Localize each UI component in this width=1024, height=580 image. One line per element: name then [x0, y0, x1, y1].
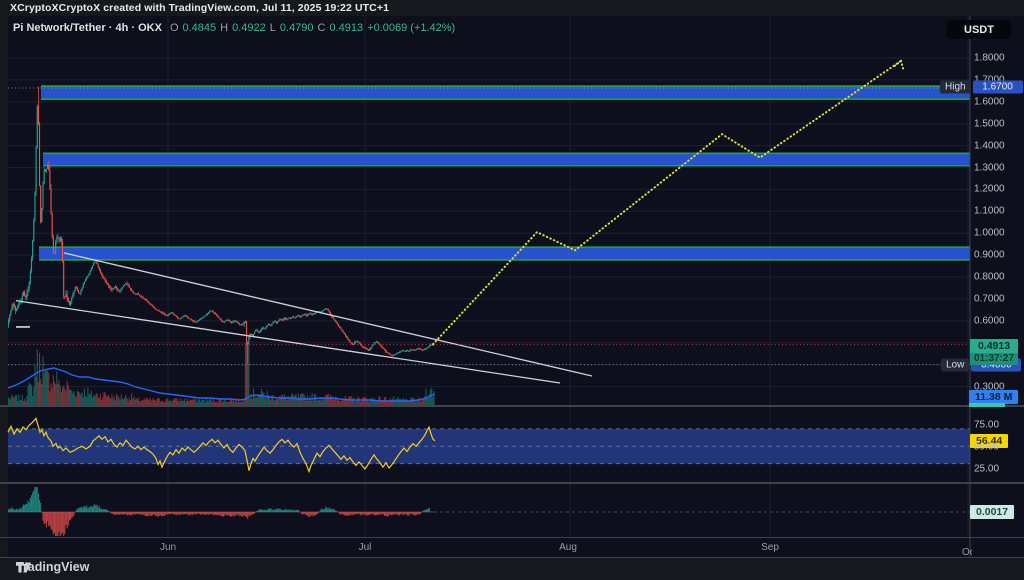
price-axis-label: 1.6000 — [974, 96, 1005, 107]
time-axis-label: Jun — [160, 542, 176, 553]
rsi-axis-label: 25.00 — [974, 463, 999, 474]
price-axis-label: 0.6000 — [974, 315, 1005, 326]
tradingview-logo[interactable]: TradingView — [16, 560, 89, 574]
volume-ma-axis-tag — [969, 403, 1005, 407]
volume-axis-tag: 11.38 M — [969, 390, 1018, 404]
high-tag-label: High — [940, 81, 971, 94]
ohlc-letter: H — [220, 22, 228, 34]
ohlc-letter: O — [170, 22, 179, 34]
price-axis-label: 0.7000 — [974, 293, 1005, 304]
high-value: 0.4922 — [232, 22, 266, 34]
chart-canvas[interactable] — [0, 0, 1024, 580]
time-label-oct-clipped: Oct — [962, 542, 972, 556]
currency-toggle-button[interactable]: USDT — [947, 20, 1011, 39]
tradingview-screenshot: XCryptoXCryptoX created with TradingView… — [0, 0, 1024, 580]
open-value: 0.4845 — [183, 22, 217, 34]
high-tag-value: 1.6700 — [973, 81, 1023, 94]
time-axis-label: Sep — [761, 542, 779, 553]
high-price-tag: High 1.6700 — [940, 81, 1023, 94]
tradingview-logo-icon — [16, 560, 31, 575]
time-axis-label: Jul — [359, 542, 372, 553]
rsi-axis-label: 50.00 — [974, 441, 999, 452]
price-axis-label: 0.9000 — [974, 250, 1005, 261]
chart-drawing — [0, 0, 1024, 580]
time-axis-label: Aug — [559, 542, 577, 553]
symbol-title[interactable]: Pi Network/Tether · 4h · OKX — [13, 22, 162, 34]
price-axis-label: 1.1000 — [974, 206, 1005, 217]
histogram-value-tag: 0.0017 — [970, 505, 1014, 519]
ohlc-letter: C — [318, 22, 326, 34]
rsi-axis-label: 75.00 — [974, 420, 999, 431]
last-price-value: 0.4913 — [970, 339, 1018, 353]
price-axis-label: 1.8000 — [974, 53, 1005, 64]
price-axis-label: 1.0000 — [974, 228, 1005, 239]
last-price-tag: 0.4913 01:37:27 — [970, 339, 1018, 365]
price-axis-label: 1.3000 — [974, 162, 1005, 173]
price-axis-label: 1.4000 — [974, 140, 1005, 151]
symbol-legend[interactable]: Pi Network/Tether · 4h · OKX O 0.4845H 0.49… — [13, 22, 459, 34]
price-axis-label: 1.5000 — [974, 118, 1005, 129]
price-axis-label: 1.2000 — [974, 184, 1005, 195]
close-value: 0.4913 — [330, 22, 364, 34]
change-value: +0.0069 (+1.42%) — [367, 22, 455, 34]
low-tag-label: Low — [941, 359, 969, 372]
ohlc-letter: L — [270, 22, 276, 34]
price-axis-label: 0.8000 — [974, 272, 1005, 283]
low-value: 0.4790 — [280, 22, 314, 34]
bar-countdown: 01:37:27 — [970, 353, 1018, 365]
